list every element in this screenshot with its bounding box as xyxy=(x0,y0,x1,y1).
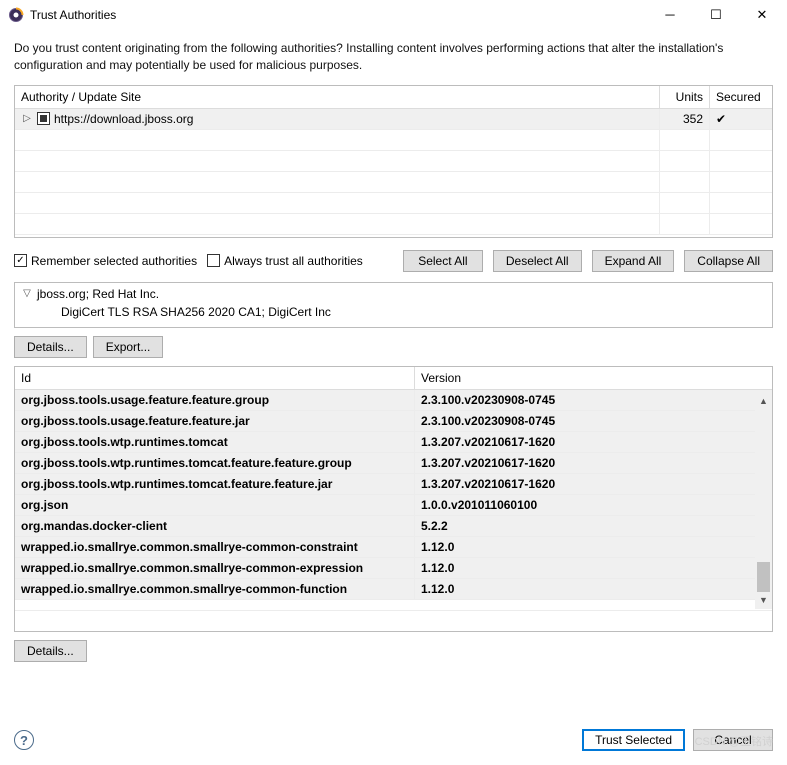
table-row xyxy=(15,172,772,193)
cell-version: 1.0.0.v201011060100 xyxy=(415,495,772,515)
table-row[interactable]: org.jboss.tools.usage.feature.feature.gr… xyxy=(15,390,772,411)
col-authority[interactable]: Authority / Update Site xyxy=(15,86,660,108)
col-version[interactable]: Version xyxy=(415,367,772,389)
results-buttons-row: Details... xyxy=(14,640,773,662)
authority-table: Authority / Update Site Units Secured ▷ … xyxy=(14,85,773,238)
authority-table-header: Authority / Update Site Units Secured xyxy=(15,86,772,109)
cancel-button[interactable]: Cancel xyxy=(693,729,773,751)
scroll-thumb[interactable] xyxy=(757,562,770,592)
checkbox-icon xyxy=(14,254,27,267)
minimize-button[interactable]: ─ xyxy=(647,0,693,30)
authority-units: 352 xyxy=(660,109,710,129)
help-icon[interactable]: ? xyxy=(14,730,34,750)
table-row[interactable]: wrapped.io.smallrye.common.smallrye-comm… xyxy=(15,579,772,600)
cell-id: org.jboss.tools.wtp.runtimes.tomcat.feat… xyxy=(15,474,415,494)
always-trust-checkbox[interactable]: Always trust all authorities xyxy=(207,254,363,268)
vertical-scrollbar[interactable]: ▲ ▼ xyxy=(755,393,772,609)
results-table-wrap: Id Version org.jboss.tools.usage.feature… xyxy=(14,366,773,632)
select-all-button[interactable]: Select All xyxy=(403,250,483,272)
col-units[interactable]: Units xyxy=(660,86,710,108)
collapse-all-button[interactable]: Collapse All xyxy=(684,250,773,272)
scroll-track[interactable] xyxy=(755,410,772,592)
results-table: Id Version org.jboss.tools.usage.feature… xyxy=(15,367,772,631)
maximize-button[interactable]: ☐ xyxy=(693,0,739,30)
intro-text: Do you trust content originating from th… xyxy=(14,40,773,75)
cell-version: 1.12.0 xyxy=(415,558,772,578)
table-row xyxy=(15,151,772,172)
authority-checkbox[interactable] xyxy=(37,112,50,125)
scroll-up-icon[interactable]: ▲ xyxy=(755,393,772,410)
results-body: org.jboss.tools.usage.feature.feature.gr… xyxy=(15,390,772,610)
authority-secured: ✔ xyxy=(710,109,772,129)
authority-table-body: ▷ https://download.jboss.org 352 ✔ xyxy=(15,109,772,237)
authority-url: https://download.jboss.org xyxy=(54,112,193,126)
cell-version: 2.3.100.v20230908-0745 xyxy=(415,390,772,410)
cell-version: 1.12.0 xyxy=(415,579,772,599)
cell-id: org.jboss.tools.usage.feature.feature.gr… xyxy=(15,390,415,410)
expand-all-button[interactable]: Expand All xyxy=(592,250,675,272)
table-row[interactable]: wrapped.io.smallrye.common.smallrye-comm… xyxy=(15,537,772,558)
window-title: Trust Authorities xyxy=(30,8,647,22)
table-row[interactable]: org.jboss.tools.wtp.runtimes.tomcat1.3.2… xyxy=(15,432,772,453)
table-row xyxy=(15,130,772,151)
cert-issuer: DigiCert TLS RSA SHA256 2020 CA1; DigiCe… xyxy=(21,305,766,319)
cell-id: org.mandas.docker-client xyxy=(15,516,415,536)
cell-version: 2.3.100.v20230908-0745 xyxy=(415,411,772,431)
cell-id: wrapped.io.smallrye.common.smallrye-comm… xyxy=(15,537,415,557)
cell-version: 1.3.207.v20210617-1620 xyxy=(415,432,772,452)
cert-buttons-row: Details... Export... xyxy=(14,336,773,358)
details-button[interactable]: Details... xyxy=(14,336,87,358)
scroll-down-icon[interactable]: ▼ xyxy=(755,592,772,609)
always-label: Always trust all authorities xyxy=(224,254,363,268)
remember-checkbox[interactable]: Remember selected authorities xyxy=(14,254,197,268)
authority-row[interactable]: ▷ https://download.jboss.org 352 ✔ xyxy=(15,109,772,130)
table-row[interactable]: org.mandas.docker-client5.2.2 xyxy=(15,516,772,537)
cell-id: org.json xyxy=(15,495,415,515)
dialog-footer: ? Trust Selected Cancel xyxy=(0,723,787,765)
cell-version: 1.3.207.v20210617-1620 xyxy=(415,453,772,473)
cell-id: org.jboss.tools.wtp.runtimes.tomcat xyxy=(15,432,415,452)
checkbox-icon xyxy=(207,254,220,267)
trust-selected-button[interactable]: Trust Selected xyxy=(582,729,685,751)
table-row[interactable]: org.jboss.tools.usage.feature.feature.ja… xyxy=(15,411,772,432)
col-id[interactable]: Id xyxy=(15,367,415,389)
table-row[interactable]: org.json1.0.0.v201011060100 xyxy=(15,495,772,516)
certificate-panel: ▽ jboss.org; Red Hat Inc. DigiCert TLS R… xyxy=(14,282,773,328)
cell-version: 1.12.0 xyxy=(415,537,772,557)
details2-button[interactable]: Details... xyxy=(14,640,87,662)
table-row[interactable]: wrapped.io.smallrye.common.smallrye-comm… xyxy=(15,558,772,579)
cell-version: 1.3.207.v20210617-1620 xyxy=(415,474,772,494)
window-buttons: ─ ☐ ✕ xyxy=(647,0,785,30)
remember-label: Remember selected authorities xyxy=(31,254,197,268)
table-row[interactable]: org.jboss.tools.wtp.runtimes.tomcat.feat… xyxy=(15,453,772,474)
table-row[interactable]: org.jboss.tools.wtp.runtimes.tomcat.feat… xyxy=(15,474,772,495)
table-row xyxy=(15,193,772,214)
export-button[interactable]: Export... xyxy=(93,336,164,358)
cell-id: org.jboss.tools.wtp.runtimes.tomcat.feat… xyxy=(15,453,415,473)
cert-org: jboss.org; Red Hat Inc. xyxy=(37,287,159,301)
cell-id: wrapped.io.smallrye.common.smallrye-comm… xyxy=(15,558,415,578)
cell-id: org.jboss.tools.usage.feature.feature.ja… xyxy=(15,411,415,431)
cell-version: 5.2.2 xyxy=(415,516,772,536)
title-bar: Trust Authorities ─ ☐ ✕ xyxy=(0,0,787,30)
table-row xyxy=(15,214,772,235)
close-button[interactable]: ✕ xyxy=(739,0,785,30)
options-row: Remember selected authorities Always tru… xyxy=(14,250,773,272)
col-secured[interactable]: Secured xyxy=(710,86,772,108)
expand-icon[interactable]: ▷ xyxy=(21,113,33,124)
results-header: Id Version xyxy=(15,367,772,390)
results-footer-blank xyxy=(15,610,772,631)
cert-line-1[interactable]: ▽ jboss.org; Red Hat Inc. xyxy=(21,287,766,301)
cell-id: wrapped.io.smallrye.common.smallrye-comm… xyxy=(15,579,415,599)
expand-down-icon[interactable]: ▽ xyxy=(21,288,33,299)
dialog-content: Do you trust content originating from th… xyxy=(0,30,787,723)
app-icon xyxy=(8,7,24,23)
deselect-all-button[interactable]: Deselect All xyxy=(493,250,582,272)
